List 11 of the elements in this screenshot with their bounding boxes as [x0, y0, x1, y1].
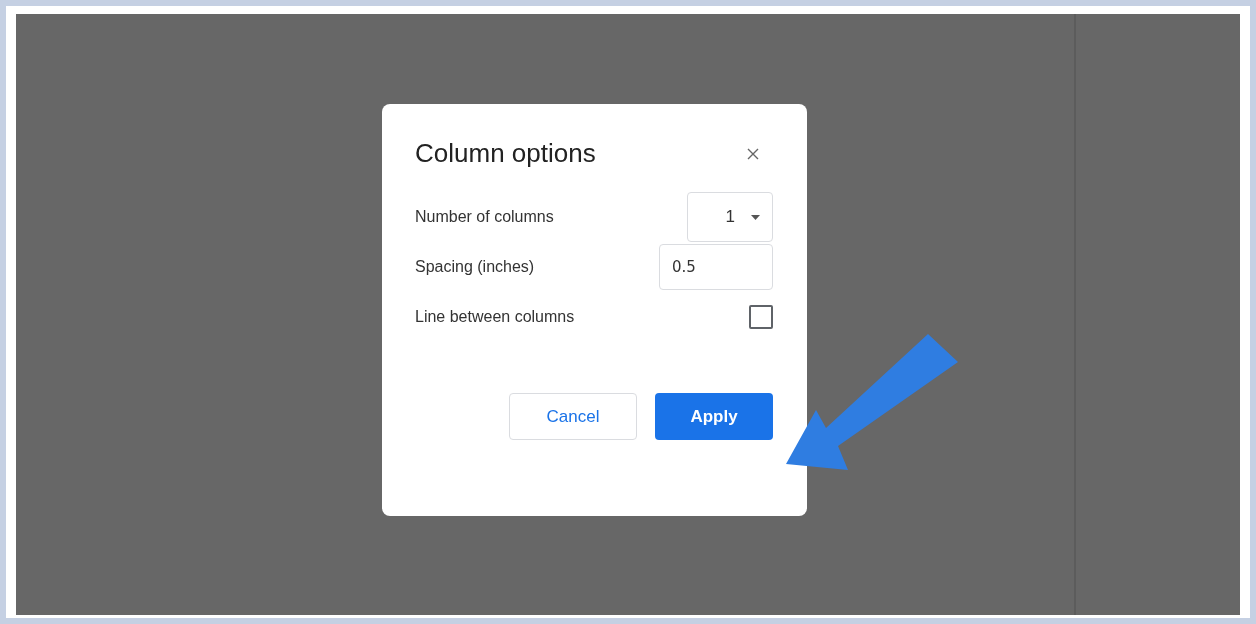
checkbox[interactable]: [749, 305, 773, 329]
close-icon: [747, 147, 759, 160]
field-label: Line between columns: [415, 308, 575, 326]
dialog-title: Column options: [415, 138, 596, 169]
cancel-button[interactable]: Cancel: [509, 393, 637, 440]
column-count-dropdown[interactable]: 1: [687, 192, 773, 242]
caret-icon: [751, 214, 760, 220]
field-label: Number of columns: [415, 208, 554, 226]
field-label: Spacing (inches): [415, 258, 535, 276]
spacing-field[interactable]: 0.5: [659, 244, 773, 290]
apply-button[interactable]: Apply: [655, 393, 773, 440]
